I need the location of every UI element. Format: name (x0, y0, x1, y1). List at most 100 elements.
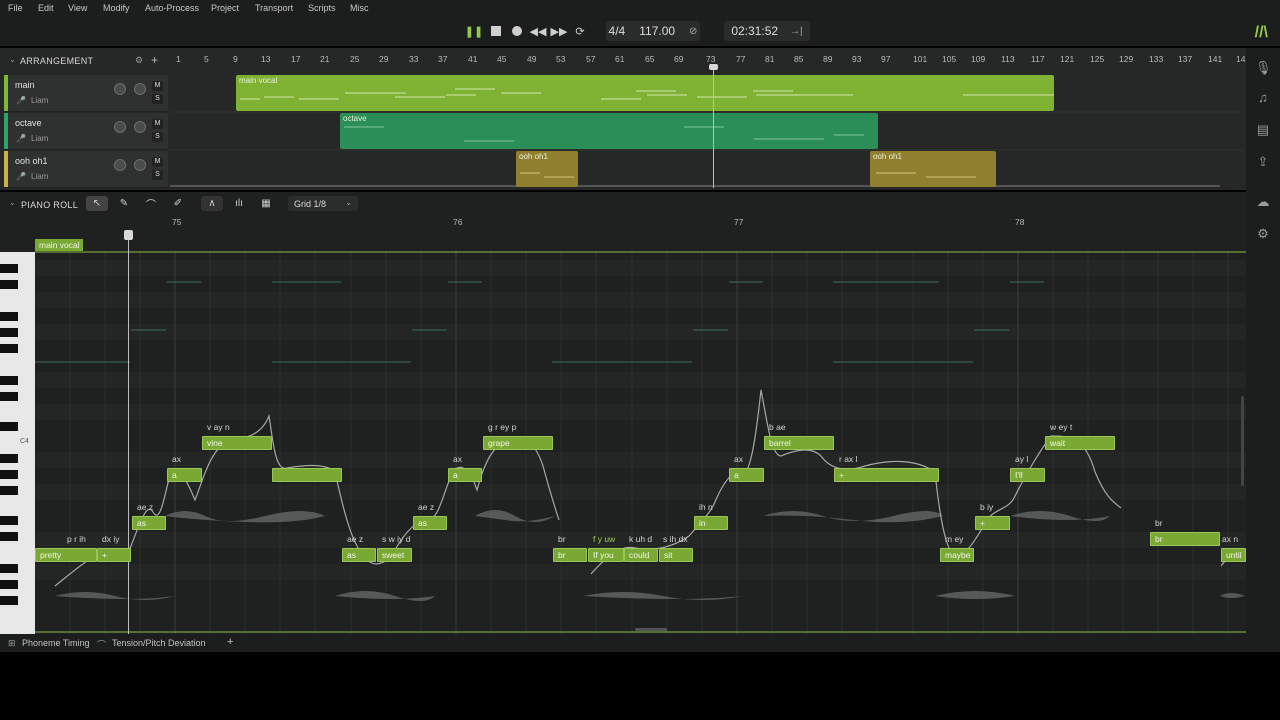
tempo-box[interactable]: 4/4 117.00 ⊘ (606, 21, 700, 41)
collapse-chevron-icon[interactable]: ⌄ (9, 198, 16, 207)
black-key[interactable] (0, 392, 18, 401)
solo-button[interactable]: S (152, 170, 163, 180)
black-key[interactable] (0, 470, 18, 479)
document-icon[interactable]: ▤ (1255, 122, 1271, 138)
note-phonemes[interactable]: ae z (418, 502, 434, 512)
note[interactable]: as (342, 548, 376, 562)
black-key[interactable] (0, 516, 18, 525)
arrangement-ruler[interactable]: 1 5 9 13 17 21 25 29 33 37 41 45 49 53 5… (170, 52, 1246, 66)
vertical-scrollbar[interactable] (1241, 396, 1244, 486)
pan-knob[interactable] (134, 83, 146, 95)
note[interactable]: sit (659, 548, 693, 562)
tab-phoneme-timing[interactable]: Phoneme Timing (22, 638, 90, 648)
solo-button[interactable]: S (152, 94, 163, 104)
note-phonemes[interactable]: v ay n (207, 422, 230, 432)
note-phonemes[interactable]: b ae (769, 422, 786, 432)
settings-icon[interactable]: ⚙ (135, 55, 143, 66)
note[interactable]: maybe (940, 548, 974, 562)
pitch-curve-toggle-icon[interactable]: ∧ (201, 196, 223, 211)
track-name[interactable]: octave (15, 118, 42, 128)
note-phonemes[interactable]: m ey (945, 534, 963, 544)
note-lyric[interactable]: sit (664, 550, 673, 560)
note-phonemes[interactable]: dx iy (102, 534, 119, 544)
note[interactable]: If you (588, 548, 624, 562)
note-phonemes[interactable]: r ax l (839, 454, 857, 464)
note[interactable]: br (1150, 532, 1220, 546)
curve-tool-icon[interactable]: ⌒ (140, 196, 162, 211)
black-key[interactable] (0, 312, 18, 321)
note-lyric[interactable]: + (839, 470, 844, 480)
calendar-icon[interactable]: ▦ (255, 196, 277, 211)
black-key[interactable] (0, 580, 18, 589)
note-lyric[interactable]: sweet (382, 550, 404, 560)
note-lyric[interactable]: a (453, 470, 458, 480)
track-header-octave[interactable]: octave 🎤 Liam M S (4, 113, 168, 150)
note[interactable]: br (553, 548, 587, 562)
note[interactable]: a (167, 468, 202, 482)
note-phonemes[interactable]: s ih dx (663, 534, 688, 544)
export-icon[interactable]: ⇪ (1255, 154, 1271, 170)
black-key[interactable] (0, 328, 18, 337)
time-box[interactable]: 02:31:52 →| (724, 21, 810, 41)
clip-tag[interactable]: main vocal (35, 239, 83, 251)
note-lyric[interactable]: until (1226, 550, 1242, 560)
note-phonemes[interactable]: ax (734, 454, 743, 464)
note[interactable]: as (132, 516, 166, 530)
note[interactable]: I'll (1010, 468, 1045, 482)
piano-keyboard[interactable]: C4 (0, 252, 35, 634)
note[interactable]: grape (483, 436, 553, 450)
draw-curve-tool-icon[interactable]: ✐ (167, 196, 189, 211)
note-lyric[interactable]: I'll (1015, 470, 1023, 480)
black-key[interactable] (0, 454, 18, 463)
note[interactable] (272, 468, 342, 482)
note-lyric[interactable]: vine (207, 438, 223, 448)
note-phonemes[interactable]: s w iy d (382, 534, 410, 544)
note-phonemes[interactable]: ih n (699, 502, 713, 512)
arrangement-grid[interactable]: main vocal octave ooh oh1 ooh oh1 (170, 64, 1244, 188)
clip-ooh-oh1[interactable]: ooh oh1 (516, 151, 578, 187)
menu-auto-process[interactable]: Auto-Process (145, 3, 199, 13)
note[interactable]: sweet (377, 548, 412, 562)
playhead-handle[interactable] (709, 64, 718, 70)
note-lyric[interactable]: grape (488, 438, 510, 448)
note[interactable]: barrel (764, 436, 834, 450)
black-key[interactable] (0, 264, 18, 273)
metronome-icon[interactable]: ⊘ (689, 26, 697, 37)
menu-file[interactable]: File (8, 3, 23, 13)
piano-roll-grid[interactable]: main vocal pretty p r ih + dx iy as ae z… (35, 230, 1246, 634)
pan-knob[interactable] (134, 121, 146, 133)
note-lyric[interactable]: If you (593, 550, 614, 560)
note-phonemes[interactable]: g r ey p (488, 422, 516, 432)
mute-button[interactable]: M (152, 119, 163, 129)
note-lyric[interactable]: + (102, 550, 107, 560)
black-key[interactable] (0, 344, 18, 353)
menu-view[interactable]: View (68, 3, 87, 13)
waveform-toggle-icon[interactable]: ılı (228, 196, 250, 211)
solo-button[interactable]: S (152, 132, 163, 142)
black-key[interactable] (0, 280, 18, 289)
note[interactable]: as (413, 516, 447, 530)
note-lyric[interactable]: + (980, 518, 985, 528)
pen-tool-icon[interactable]: ✎ (113, 196, 135, 211)
menu-misc[interactable]: Misc (350, 3, 369, 13)
note-lyric[interactable]: wait (1050, 438, 1065, 448)
note-phonemes[interactable]: f y uw (593, 534, 615, 544)
note[interactable]: until (1221, 548, 1246, 562)
pan-knob[interactable] (134, 159, 146, 171)
note-lyric[interactable]: as (347, 550, 356, 560)
note-lyric[interactable]: barrel (769, 438, 791, 448)
collapse-chevron-icon[interactable]: ⌄ (9, 55, 16, 64)
note[interactable]: wait (1045, 436, 1115, 450)
menu-project[interactable]: Project (211, 3, 239, 13)
gear-icon[interactable]: ⚙ (1255, 226, 1271, 242)
note[interactable]: could (624, 548, 658, 562)
note[interactable]: vine (202, 436, 272, 450)
fast-forward-icon[interactable]: ▶▶ (551, 23, 568, 39)
note[interactable]: in (694, 516, 728, 530)
clip-octave[interactable]: octave (340, 113, 878, 149)
black-key[interactable] (0, 596, 18, 605)
note-lyric[interactable]: as (418, 518, 427, 528)
playhead-handle[interactable] (124, 230, 133, 240)
grid-dropdown[interactable]: Grid 1/8 ⌄ (288, 196, 358, 211)
loop-icon[interactable]: ⟳ (572, 23, 588, 39)
